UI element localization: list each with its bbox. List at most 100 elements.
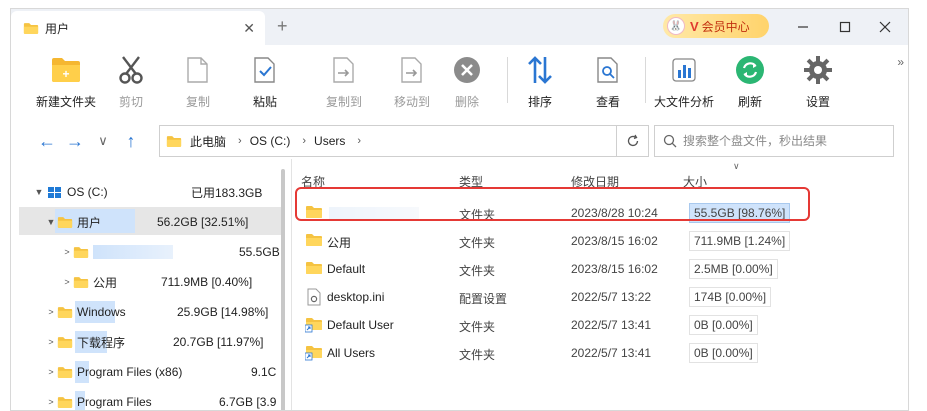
tree-item-label: Program Files [77, 395, 152, 409]
navigation-bar: ← → ∨ ↑ 此电脑 › OS (C:) › Users › [11, 123, 908, 159]
breadcrumb-chevron-icon[interactable]: › [302, 135, 306, 147]
folder-icon [73, 276, 89, 289]
column-header-type[interactable]: 类型 [459, 173, 483, 190]
tree-item-user-profile[interactable]: > 55.5GB [61, 239, 280, 265]
tree-item-program-files[interactable]: > Program Files 6.7GB [3.9 [45, 389, 276, 410]
breadcrumb-this-pc[interactable]: 此电脑 [190, 133, 226, 150]
settings-button[interactable]: 设置 [786, 53, 850, 113]
chevron-right-icon[interactable]: > [45, 307, 57, 317]
file-type: 文件夹 [459, 348, 496, 362]
address-bar[interactable]: 此电脑 › OS (C:) › Users › [159, 125, 649, 157]
chevron-right-icon[interactable]: > [45, 397, 57, 407]
svg-text:+: + [62, 67, 69, 81]
column-header-size[interactable]: 大小 [683, 173, 707, 190]
tree-item-users[interactable]: ▼ 用户 56.2GB [32.51%] [45, 209, 249, 235]
vip-center-button[interactable]: 🐰 V 会员中心 [663, 14, 769, 38]
refresh-icon [627, 134, 639, 147]
tree-item-windows[interactable]: > Windows 25.9GB [14.98%] [45, 299, 268, 325]
up-arrow-icon[interactable]: ↑ [121, 131, 141, 151]
new-tab-button[interactable]: + [277, 16, 288, 37]
search-input[interactable] [683, 134, 883, 148]
copy-to-label: 复制到 [325, 95, 362, 109]
column-header-date[interactable]: 修改日期 [571, 173, 619, 190]
bunny-avatar-icon: 🐰 [667, 17, 685, 35]
table-row[interactable]: Default User 文件夹 2022/5/7 13:41 0B [0.00… [299, 311, 899, 339]
file-type: 文件夹 [459, 208, 496, 222]
file-date: 2023/8/28 10:24 [571, 206, 658, 220]
sort-descending-icon: ∨ [733, 161, 740, 171]
search-box[interactable] [654, 125, 894, 157]
chevron-right-icon[interactable]: > [45, 337, 57, 347]
folder-icon [57, 396, 73, 409]
breadcrumb-chevron-icon[interactable]: › [238, 135, 242, 147]
file-size: 2.5MB [0.00%] [689, 259, 778, 279]
copy-button[interactable]: 复制 [166, 53, 230, 113]
tree-item-public[interactable]: > 公用 711.9MB [0.40%] [61, 269, 252, 295]
redacted-username [93, 245, 173, 259]
delete-label: 删除 [454, 95, 479, 109]
sort-icon [523, 53, 557, 87]
settings-label: 设置 [805, 95, 830, 109]
back-arrow-icon[interactable]: ← [37, 131, 57, 151]
tab-users[interactable]: 用户 ✕ [11, 11, 265, 45]
table-row[interactable]: All Users 文件夹 2022/5/7 13:41 0B [0.00%] [299, 339, 899, 367]
new-folder-button[interactable]: + 新建文件夹 [34, 53, 98, 113]
address-refresh-button[interactable] [616, 125, 649, 157]
file-type: 文件夹 [459, 320, 496, 334]
column-header-name[interactable]: 名称 [301, 173, 325, 190]
tree-scrollbar[interactable] [281, 169, 285, 410]
tree-item-label: Windows [77, 305, 126, 319]
history-dropdown-icon[interactable]: ∨ [93, 131, 113, 151]
close-tab-icon[interactable]: ✕ [243, 20, 255, 37]
large-file-analysis-label: 大文件分析 [653, 95, 714, 109]
move-to-label: 移动到 [393, 95, 430, 109]
table-row[interactable]: Default 文件夹 2023/8/15 16:02 2.5MB [0.00%… [299, 255, 899, 283]
shortcut-folder-icon [305, 346, 322, 361]
file-name: Default User [327, 318, 394, 332]
tree-item-program-files-x86[interactable]: > Program Files (x86) 9.1C [45, 359, 276, 385]
tree-item-os-c[interactable]: ▼ OS (C:) 已用183.3GB [33, 179, 263, 205]
chevron-right-icon[interactable]: > [45, 367, 57, 377]
view-button[interactable]: 查看 [576, 53, 640, 113]
forward-arrow-icon[interactable]: → [65, 131, 85, 151]
tree-item-size: 9.1C [251, 365, 277, 379]
shortcut-folder-icon [305, 318, 322, 333]
table-row[interactable]: desktop.ini 配置设置 2022/5/7 13:22 174B [0.… [299, 283, 899, 311]
close-window-button[interactable] [875, 17, 895, 37]
table-row[interactable]: 文件夹 2023/8/28 10:24 55.5GB [98.76%] [299, 199, 899, 227]
breadcrumb-os-c[interactable]: OS (C:) [250, 134, 291, 148]
maximize-button[interactable] [835, 17, 855, 37]
chevron-right-icon[interactable]: > [61, 247, 73, 257]
cut-button[interactable]: 剪切 [99, 53, 163, 113]
folder-icon [305, 261, 323, 275]
folder-icon [23, 22, 39, 35]
sort-button[interactable]: 排序 [508, 53, 572, 113]
copy-to-button[interactable]: 复制到 [312, 53, 376, 113]
folder-icon [73, 246, 89, 259]
folder-icon [166, 135, 182, 148]
delete-button[interactable]: 删除 [435, 53, 499, 113]
paste-button[interactable]: 粘贴 [233, 53, 297, 113]
search-icon [663, 134, 677, 148]
tree-item-size: 711.9MB [0.40%] [161, 275, 253, 289]
pane-divider[interactable] [291, 159, 292, 410]
scissors-icon [114, 53, 148, 87]
chevron-down-icon[interactable]: ▼ [45, 217, 57, 227]
tree-item-size: 20.7GB [11.97%] [173, 335, 264, 349]
breadcrumb-chevron-icon[interactable]: › [357, 135, 361, 147]
refresh-button[interactable]: 刷新 [718, 53, 782, 113]
file-date: 2022/5/7 13:41 [571, 318, 652, 332]
tree-item-downloaded-programs[interactable]: > 下载程序 20.7GB [11.97%] [45, 329, 263, 355]
chevron-down-icon[interactable]: ▼ [33, 187, 45, 197]
file-date: 2022/5/7 13:22 [571, 290, 652, 304]
minimize-button[interactable] [793, 17, 813, 37]
tree-item-size: 已用183.3GB [191, 185, 263, 200]
chevron-right-icon[interactable]: > [61, 277, 73, 287]
table-row[interactable]: 公用 文件夹 2023/8/15 16:02 711.9MB [1.24%] [299, 227, 899, 255]
sort-label: 排序 [527, 95, 552, 109]
large-file-analysis-button[interactable]: 大文件分析 [652, 53, 716, 113]
breadcrumb-users[interactable]: Users [314, 134, 345, 148]
file-name: Default [327, 262, 366, 276]
more-toolbar-button[interactable]: » [897, 55, 904, 69]
file-type: 文件夹 [459, 264, 496, 278]
